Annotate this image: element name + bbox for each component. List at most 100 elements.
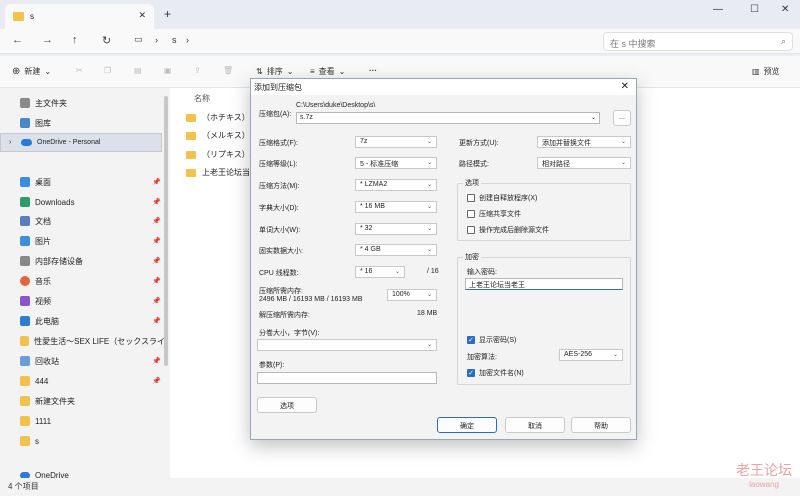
cut-icon[interactable]: ✂ bbox=[76, 66, 83, 75]
ok-button[interactable]: 确定 bbox=[437, 417, 497, 433]
file-row[interactable]: （メルキス）A bbox=[186, 130, 255, 141]
close-window-button[interactable]: ✕ bbox=[781, 4, 789, 15]
cancel-button[interactable]: 取消 bbox=[505, 417, 565, 433]
file-row[interactable]: 上老王论坛当老 bbox=[186, 167, 258, 178]
sidebar-item-downloads[interactable]: Downloads 📌 bbox=[20, 193, 165, 211]
sidebar-item-s[interactable]: s bbox=[20, 432, 165, 450]
back-icon[interactable]: ← bbox=[12, 34, 23, 46]
update-select[interactable]: 添加并替换文件 ⌄ bbox=[537, 136, 631, 148]
sidebar-scrollbar[interactable] bbox=[164, 96, 168, 366]
format-select[interactable]: 7z ⌄ bbox=[355, 136, 437, 148]
preview-button[interactable]: ▥ 预览 bbox=[752, 66, 780, 77]
encrypt-names-checkbox[interactable]: ✓ 加密文件名(N) bbox=[467, 368, 524, 378]
paste-icon[interactable]: ▤ bbox=[134, 66, 142, 75]
params-input[interactable] bbox=[257, 372, 437, 384]
copy-icon[interactable]: ❐ bbox=[104, 66, 111, 75]
pin-icon[interactable]: 📌 bbox=[152, 357, 161, 365]
enc-method-value: AES-256 bbox=[564, 351, 593, 358]
show-password-label: 显示密码(S) bbox=[479, 337, 517, 344]
chevron-down-icon: ⌄ bbox=[426, 182, 432, 188]
pin-icon[interactable]: 📌 bbox=[152, 277, 161, 285]
chevron-down-icon: ⌄ bbox=[620, 139, 626, 145]
rename-icon[interactable]: ▣ bbox=[164, 66, 172, 75]
sidebar-item-label: 此电脑 bbox=[35, 316, 59, 326]
delete-icon[interactable]: 🗑 bbox=[223, 66, 233, 75]
sidebar-item-1111[interactable]: 1111 bbox=[20, 412, 165, 430]
checkbox-checked-icon: ✓ bbox=[467, 336, 475, 344]
pin-icon[interactable]: 📌 bbox=[152, 198, 161, 206]
sidebar-item-recycle-bin[interactable]: 回收站 📌 bbox=[20, 352, 165, 370]
file-row[interactable]: （ホチキス）A bbox=[186, 112, 255, 123]
sidebar-item-pictures[interactable]: 图片 📌 bbox=[20, 232, 165, 250]
pin-icon[interactable]: 📌 bbox=[152, 257, 161, 265]
pin-icon[interactable]: 📌 bbox=[152, 317, 161, 325]
file-row[interactable]: （リプキス）A bbox=[186, 149, 255, 160]
sidebar-item-documents[interactable]: 文档 📌 bbox=[20, 212, 165, 230]
sort-button[interactable]: ⇅ 排序 ⌄ bbox=[256, 66, 293, 77]
pin-icon[interactable]: 📌 bbox=[152, 297, 161, 305]
dict-select[interactable]: * 16 MB ⌄ bbox=[355, 201, 437, 213]
browse-button[interactable]: ... bbox=[613, 110, 631, 126]
sort-icon: ⇅ bbox=[256, 67, 263, 76]
pathmode-select[interactable]: 相对路径 ⌄ bbox=[537, 157, 631, 169]
show-password-checkbox[interactable]: ✓ 显示密码(S) bbox=[467, 335, 516, 345]
search-input[interactable]: 在 s 中搜索 ⌕ bbox=[603, 32, 793, 51]
forward-icon[interactable]: → bbox=[42, 34, 53, 46]
checkbox-unchecked-icon bbox=[467, 194, 475, 202]
tab-s[interactable]: s ✕ bbox=[5, 4, 154, 29]
search-placeholder: 在 s 中搜索 bbox=[610, 39, 656, 49]
sidebar-item-onedrive-personal[interactable]: › OneDrive - Personal bbox=[0, 133, 162, 152]
sidebar-item-new-folder[interactable]: 新建文件夹 bbox=[20, 392, 165, 410]
tab-close-icon[interactable]: ✕ bbox=[138, 10, 146, 21]
refresh-icon[interactable]: ↻ bbox=[102, 34, 111, 47]
column-header-name[interactable]: 名称 bbox=[194, 93, 210, 104]
pin-icon[interactable]: 📌 bbox=[152, 237, 161, 245]
pin-icon[interactable]: 📌 bbox=[152, 178, 161, 186]
file-name: （リプキス）A bbox=[202, 150, 256, 159]
sfx-checkbox[interactable]: 创建自释放程序(X) bbox=[467, 193, 537, 203]
mem-percent-select[interactable]: 100% ⌄ bbox=[387, 289, 437, 301]
sidebar-item-sex-life[interactable]: 性愛生活～SEX LIFE（セックスライ bbox=[20, 332, 165, 350]
solid-select[interactable]: * 4 GB ⌄ bbox=[355, 244, 437, 256]
maximize-button[interactable]: ☐ bbox=[750, 4, 759, 15]
method-select[interactable]: * LZMA2 ⌄ bbox=[355, 179, 437, 191]
sidebar-item-internal-storage[interactable]: 内部存储设备 📌 bbox=[20, 252, 165, 270]
shared-files-checkbox[interactable]: 压缩共享文件 bbox=[467, 209, 521, 219]
share-icon[interactable]: ⇪ bbox=[194, 66, 201, 75]
method-label: 压缩方法(M): bbox=[259, 183, 300, 190]
sidebar-item-this-pc[interactable]: 此电脑 📌 bbox=[20, 312, 165, 330]
enc-method-select[interactable]: AES-256 ⌄ bbox=[559, 349, 623, 361]
chevron-right-icon: › bbox=[186, 35, 189, 45]
sidebar-item-444[interactable]: 444 📌 bbox=[20, 372, 165, 390]
new-tab-button[interactable]: + bbox=[164, 7, 171, 21]
minimize-button[interactable]: — bbox=[713, 4, 723, 15]
cpu-select[interactable]: * 16 ⌄ bbox=[355, 266, 405, 278]
sidebar-item-desktop[interactable]: 桌面 📌 bbox=[20, 173, 165, 191]
split-select[interactable]: ⌄ bbox=[257, 339, 437, 351]
sidebar-item-videos[interactable]: 视频 📌 bbox=[20, 292, 165, 310]
sidebar-item-music[interactable]: 音乐 📌 bbox=[20, 272, 165, 290]
password-input[interactable]: 上老王论坛当老王 bbox=[465, 278, 623, 290]
sidebar-item-home[interactable]: 主文件夹 bbox=[20, 94, 165, 112]
up-icon[interactable]: ↑ bbox=[72, 34, 78, 46]
pin-icon[interactable]: 📌 bbox=[152, 377, 161, 385]
options-button[interactable]: 选项 bbox=[257, 397, 317, 413]
sidebar-item-gallery[interactable]: 图库 bbox=[20, 114, 165, 132]
level-select[interactable]: 5 - 标准压缩 ⌄ bbox=[355, 157, 437, 169]
sidebar-item-label: 桌面 bbox=[35, 177, 51, 187]
preview-label: 预览 bbox=[763, 67, 780, 76]
view-button[interactable]: ≡ 查看 ⌄ bbox=[310, 66, 345, 77]
monitor-icon[interactable]: ▭ bbox=[134, 34, 143, 45]
solid-value: * 4 GB bbox=[360, 246, 381, 253]
delete-after-checkbox[interactable]: 操作完成后删除源文件 bbox=[467, 225, 549, 235]
pin-icon[interactable]: 📌 bbox=[152, 217, 161, 225]
dialog-close-icon[interactable]: ✕ bbox=[621, 81, 629, 92]
more-button[interactable]: ··· bbox=[369, 66, 377, 75]
pictures-icon bbox=[20, 236, 30, 246]
dict-value: * 16 MB bbox=[360, 203, 385, 210]
help-button[interactable]: 帮助 bbox=[571, 417, 631, 433]
breadcrumb-s[interactable]: s bbox=[172, 35, 177, 45]
word-select[interactable]: * 32 ⌄ bbox=[355, 223, 437, 235]
new-button[interactable]: ⊕ 新建 ⌄ bbox=[12, 66, 51, 77]
archive-name-field[interactable]: s.7z ⌄ bbox=[296, 112, 600, 124]
